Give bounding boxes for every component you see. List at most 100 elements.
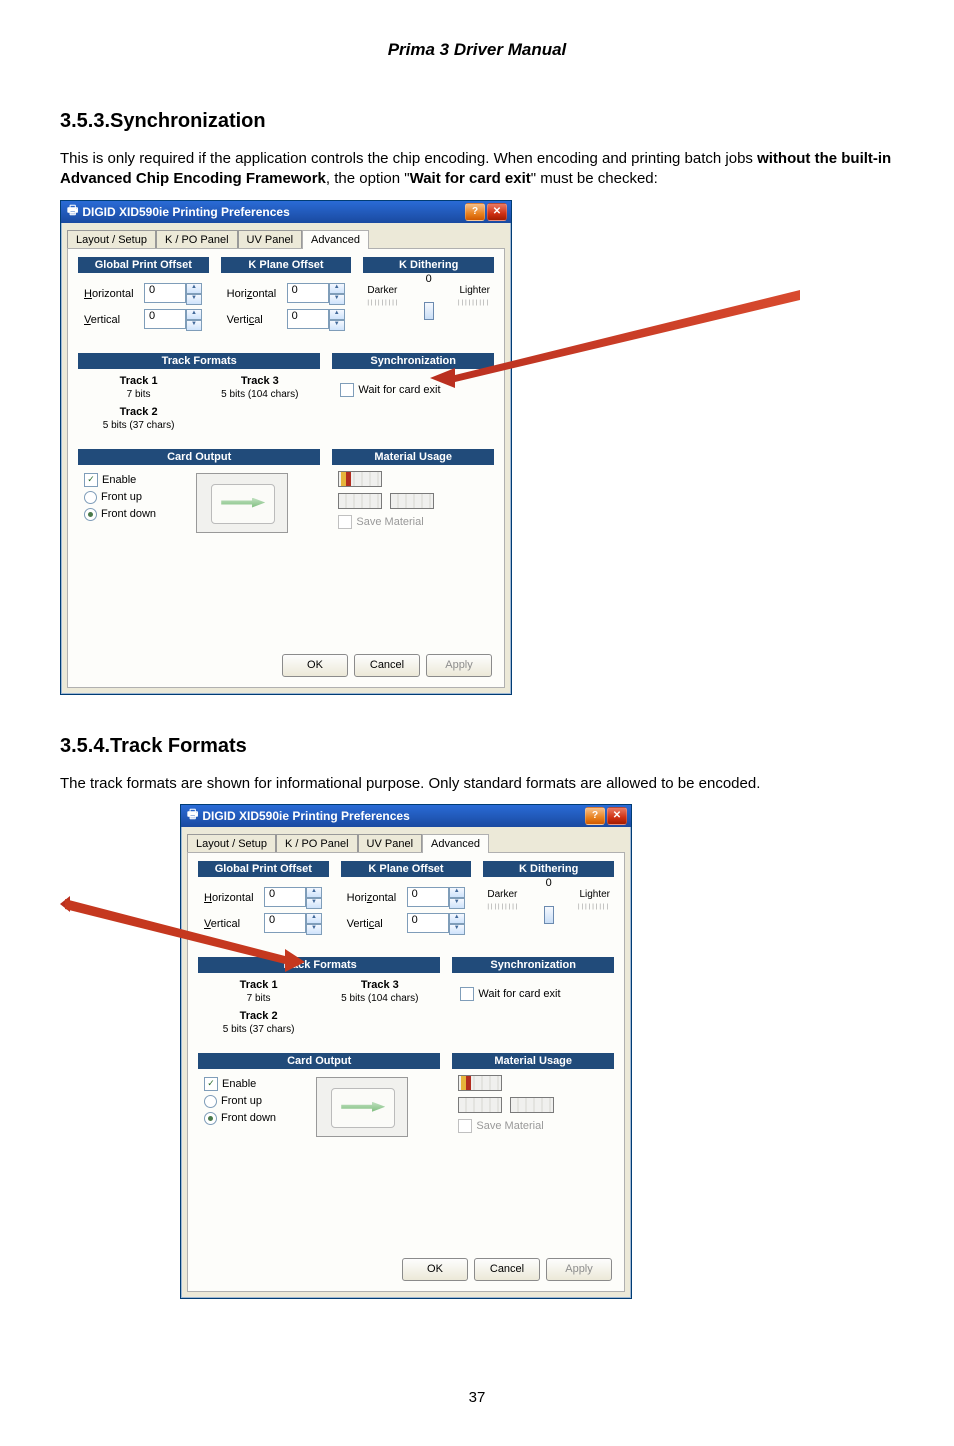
- gpo-vertical-input[interactable]: 0: [264, 913, 306, 933]
- tab-layout-setup[interactable]: Layout / Setup: [187, 834, 276, 853]
- front-up-radio[interactable]: [84, 491, 97, 504]
- tab-uv-panel[interactable]: UV Panel: [238, 230, 302, 249]
- kpo-vertical-label: Vertical: [227, 314, 283, 326]
- document-header: Prima 3 Driver Manual: [60, 40, 894, 60]
- track-formats-group: Track Formats Track 1 7 bits Track 2 5 b…: [78, 353, 320, 439]
- enable-checkbox[interactable]: [84, 473, 98, 487]
- help-button[interactable]: ?: [465, 203, 485, 221]
- wait-for-card-exit-checkbox[interactable]: [340, 383, 354, 397]
- spin-down[interactable]: ▼: [186, 294, 202, 305]
- track1-bits: 7 bits: [208, 993, 309, 1004]
- window-title: DIGID XID590ie Printing Preferences: [82, 205, 289, 219]
- material-usage-group: Material Usage Save Material: [452, 1053, 614, 1145]
- close-button[interactable]: ✕: [607, 807, 627, 825]
- spin-up[interactable]: ▲: [449, 913, 465, 924]
- page-number: 37: [60, 1389, 894, 1406]
- spin-up[interactable]: ▲: [186, 309, 202, 320]
- kpo-horizontal-label: Horizontal: [227, 288, 283, 300]
- synchronization-group: Synchronization Wait for card exit: [452, 957, 614, 1043]
- material-usage-title: Material Usage: [332, 449, 494, 465]
- front-down-radio[interactable]: [204, 1112, 217, 1125]
- k-dithering-group: K Dithering 0 Darker Lighter |||||||||||…: [483, 861, 614, 947]
- cancel-button[interactable]: Cancel: [474, 1258, 540, 1281]
- tab-advanced[interactable]: Advanced: [422, 834, 489, 853]
- darker-label: Darker: [367, 285, 397, 296]
- dither-slider[interactable]: ||||||||||||||||||: [367, 300, 490, 322]
- gpo-horizontal-input[interactable]: 0: [264, 887, 306, 907]
- front-down-radio[interactable]: [84, 508, 97, 521]
- window-icon: 🖶: [67, 201, 78, 222]
- tab-advanced[interactable]: Advanced: [302, 230, 369, 249]
- gpo-vertical-label: Vertical: [204, 918, 260, 930]
- spin-up[interactable]: ▲: [186, 283, 202, 294]
- gpo-vertical-input[interactable]: 0: [144, 309, 186, 329]
- material-usage-group: Material Usage Save Material: [332, 449, 494, 541]
- global-print-offset-group: Global Print Offset Horizontal 0 ▲▼ Vert: [78, 257, 209, 343]
- synchronization-title: Synchronization: [332, 353, 494, 369]
- gpo-horizontal-input[interactable]: 0: [144, 283, 186, 303]
- enable-checkbox[interactable]: [204, 1077, 218, 1091]
- tab-uv-panel[interactable]: UV Panel: [358, 834, 422, 853]
- ok-button[interactable]: OK: [402, 1258, 468, 1281]
- ribbon-mono-icon-1: [338, 493, 382, 509]
- spin-up[interactable]: ▲: [449, 887, 465, 898]
- save-material-checkbox[interactable]: [338, 515, 352, 529]
- kpo-vertical-label: Vertical: [347, 918, 403, 930]
- wait-for-card-exit-label: Wait for card exit: [358, 384, 440, 396]
- kpo-horizontal-label: Horizontal: [347, 892, 403, 904]
- lighter-label: Lighter: [459, 285, 490, 296]
- cancel-button[interactable]: Cancel: [354, 654, 420, 677]
- window-icon: 🖶: [187, 805, 198, 826]
- kpo-horizontal-input[interactable]: 0: [407, 887, 449, 907]
- synchronization-group: Synchronization Wait for card exit: [332, 353, 494, 439]
- k-plane-offset-title: K Plane Offset: [221, 257, 352, 273]
- k-plane-offset-group: K Plane Offset Horizontal 0▲▼ Vertical 0…: [341, 861, 472, 947]
- ribbon-color-icon: [338, 471, 382, 487]
- track1-title: Track 1: [208, 979, 309, 991]
- synchronization-title: Synchronization: [452, 957, 614, 973]
- spin-down[interactable]: ▼: [449, 924, 465, 935]
- spin-down[interactable]: ▼: [449, 898, 465, 909]
- material-usage-title: Material Usage: [452, 1053, 614, 1069]
- gpo-vertical-label: Vertical: [84, 314, 140, 326]
- ribbon-mono-icon-2: [390, 493, 434, 509]
- track2-title: Track 2: [208, 1010, 309, 1022]
- tab-layout-setup[interactable]: Layout / Setup: [67, 230, 156, 249]
- track3-title: Track 3: [329, 979, 430, 991]
- kpo-vertical-input[interactable]: 0: [407, 913, 449, 933]
- spin-down[interactable]: ▼: [329, 320, 345, 331]
- spin-down[interactable]: ▼: [306, 924, 322, 935]
- spin-down[interactable]: ▼: [186, 320, 202, 331]
- ribbon-mono-icon-1: [458, 1097, 502, 1113]
- apply-button[interactable]: Apply: [426, 654, 492, 677]
- tab-k-po-panel[interactable]: K / PO Panel: [156, 230, 238, 249]
- tab-k-po-panel[interactable]: K / PO Panel: [276, 834, 358, 853]
- apply-button[interactable]: Apply: [546, 1258, 612, 1281]
- card-output-preview: [316, 1077, 408, 1137]
- spin-up[interactable]: ▲: [306, 913, 322, 924]
- close-button[interactable]: ✕: [487, 203, 507, 221]
- card-output-title: Card Output: [198, 1053, 440, 1069]
- ok-button[interactable]: OK: [282, 654, 348, 677]
- k-dithering-group: K Dithering 0 Darker Lighter |||||||||||…: [363, 257, 494, 343]
- spin-up[interactable]: ▲: [329, 309, 345, 320]
- save-material-checkbox[interactable]: [458, 1119, 472, 1133]
- help-button[interactable]: ?: [585, 807, 605, 825]
- section-num: 3.5.4.: [60, 735, 110, 757]
- ribbon-color-icon: [458, 1075, 502, 1091]
- spin-up[interactable]: ▲: [306, 887, 322, 898]
- card-output-title: Card Output: [78, 449, 320, 465]
- global-print-offset-group: Global Print Offset Horizontal 0▲▼ Verti…: [198, 861, 329, 947]
- wait-for-card-exit-checkbox[interactable]: [460, 987, 474, 1001]
- kpo-horizontal-input[interactable]: 0: [287, 283, 329, 303]
- dither-slider[interactable]: ||||||||||||||||||: [487, 904, 610, 926]
- kpo-vertical-input[interactable]: 0: [287, 309, 329, 329]
- card-output-group: Card Output Enable Front up Front down: [198, 1053, 440, 1145]
- section-title: Track Formats: [110, 735, 247, 757]
- spin-down[interactable]: ▼: [329, 294, 345, 305]
- spin-up[interactable]: ▲: [329, 283, 345, 294]
- k-dithering-title: K Dithering: [363, 257, 494, 273]
- front-up-radio[interactable]: [204, 1095, 217, 1108]
- spin-down[interactable]: ▼: [306, 898, 322, 909]
- preferences-dialog: 🖶 DIGID XID590ie Printing Preferences ? …: [60, 200, 512, 695]
